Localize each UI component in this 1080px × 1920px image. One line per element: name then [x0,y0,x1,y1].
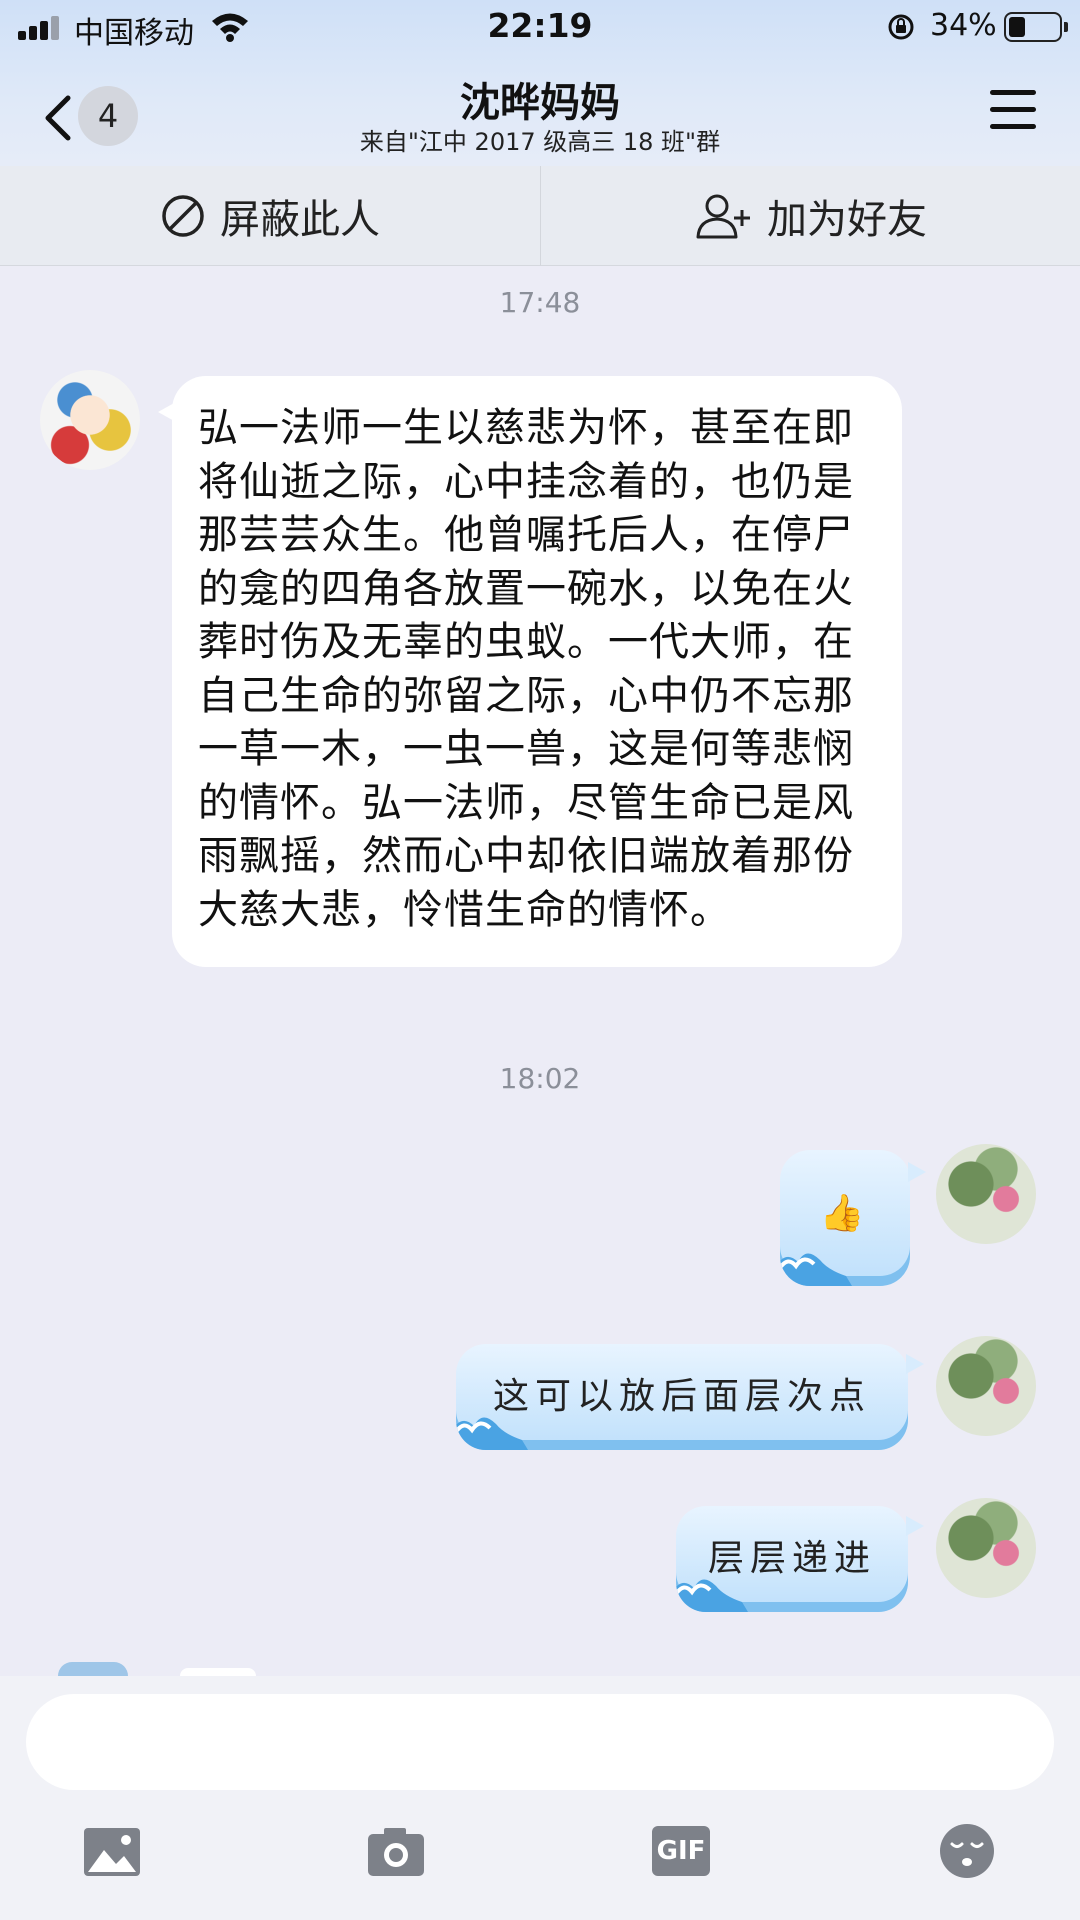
action-bar: 屏蔽此人 加为好友 [0,166,1080,266]
message-input[interactable] [26,1694,1054,1790]
block-user-label: 屏蔽此人 [220,197,380,243]
add-friend-label: 加为好友 [767,197,927,243]
gif-icon: GIF [652,1826,710,1876]
outgoing-message-text: 层层递进 [707,1538,876,1579]
page-title: 沈晔妈妈 [460,80,620,126]
self-avatar[interactable] [936,1144,1036,1244]
gif-button[interactable]: GIF [652,1826,712,1878]
rotation-lock-icon [888,14,914,40]
bubble-tail [908,1162,926,1182]
battery-icon [1004,12,1068,42]
composer: GIF [0,1676,1080,1920]
battery-fill [1009,17,1025,37]
outgoing-emoji-bubble[interactable]: 👍 [780,1150,910,1286]
incoming-message-bubble[interactable]: 弘一法师一生以慈悲为怀，甚至在即将仙逝之际，心中挂念着的，也仍是那芸芸众生。他曾… [158,376,902,967]
status-time: 22:19 [487,6,593,45]
image-icon[interactable] [82,1826,142,1878]
self-avatar[interactable] [936,1498,1036,1598]
add-friend-button[interactable]: 加为好友 [541,166,1080,266]
message-timestamp: 18:02 [499,1062,581,1095]
camera-icon[interactable] [366,1826,426,1878]
bubble-tail [906,1516,924,1536]
message-timestamp: 17:48 [499,286,581,319]
outgoing-message-text: 这可以放后面层次点 [492,1376,871,1417]
emoji-icon[interactable] [938,1822,996,1880]
outgoing-message-bubble[interactable]: 层层递进 [676,1506,908,1612]
block-user-button[interactable]: 屏蔽此人 [0,166,540,266]
contact-avatar[interactable] [40,370,140,470]
battery-percent: 34% [930,8,997,43]
contact-avatar-partial [58,1662,128,1676]
page-subtitle: 来自"江中 2017 级高三 18 班"群 [359,128,721,156]
outgoing-message-bubble[interactable]: 这可以放后面层次点 [456,1344,908,1450]
block-icon [162,195,204,237]
nav-bar: 4 沈晔妈妈 来自"江中 2017 级高三 18 班"群 [0,56,1080,166]
add-friend-icon [696,194,750,239]
header: 中国移动 22:19 34% 4 沈晔妈妈 来自"江中 2017 级高三 18 … [0,0,1080,166]
status-bar: 中国移动 22:19 34% [0,0,1080,56]
bubble-tail [906,1354,924,1374]
self-avatar[interactable] [936,1336,1036,1436]
thumbs-up-icon: 👍 [819,1193,871,1234]
menu-icon[interactable] [990,88,1038,130]
incoming-message-bubble-partial [180,1668,256,1676]
incoming-message-text: 弘一法师一生以慈悲为怀，甚至在即将仙逝之际，心中挂念着的，也仍是那芸芸众生。他曾… [198,405,854,933]
